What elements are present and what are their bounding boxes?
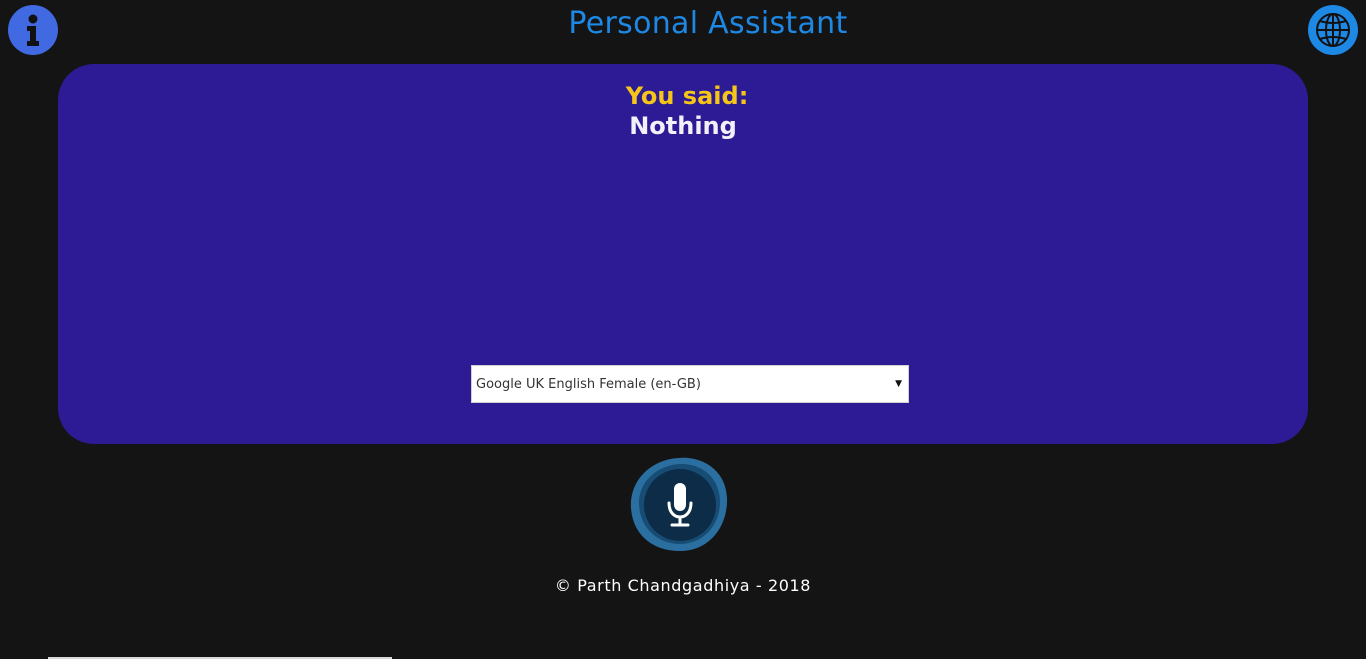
microphone-icon	[630, 457, 728, 552]
you-said-label: You said:	[625, 82, 749, 110]
voice-select-value: Google UK English Female (en-GB)	[476, 377, 701, 392]
you-said-text: Nothing	[629, 112, 737, 140]
dropdown-arrow-icon: ▼	[895, 379, 902, 389]
voice-select[interactable]: Google UK English Female (en-GB) ▼	[471, 365, 909, 403]
page-title: Personal Assistant	[568, 6, 848, 41]
globe-icon	[1316, 13, 1350, 47]
microphone-button[interactable]	[630, 456, 728, 552]
page: Personal Assistant You said: Nothing Goo…	[0, 0, 1366, 659]
language-button[interactable]	[1308, 5, 1358, 55]
transcript-panel: You said: Nothing Google UK English Fema…	[58, 64, 1308, 444]
footer-copyright: © Parth Chandgadhiya - 2018	[554, 576, 812, 595]
